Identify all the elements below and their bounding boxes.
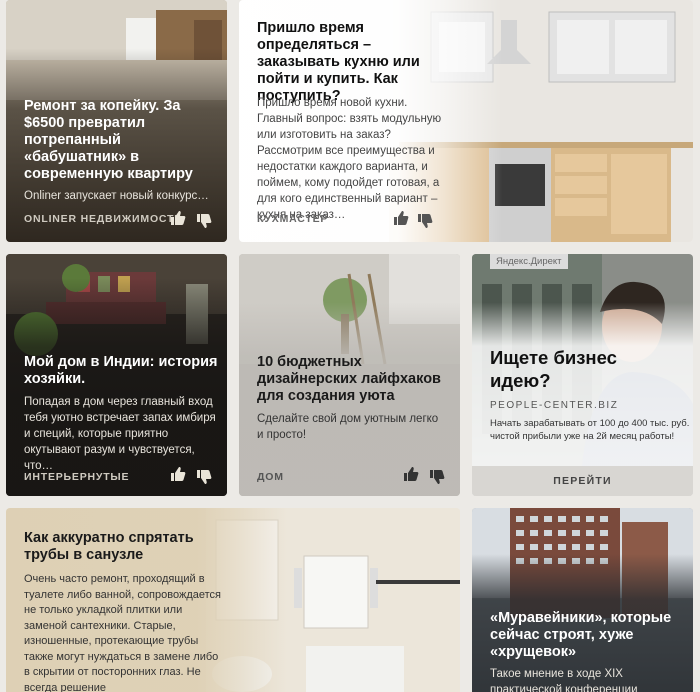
thumbs-down-icon[interactable] — [417, 213, 433, 229]
feed-card-anthills[interactable]: «Муравейники», которые сейчас строят, ху… — [472, 508, 693, 692]
thumbs-up-icon[interactable] — [393, 210, 409, 226]
ad-badge: Яндекс.Директ — [490, 254, 568, 269]
card-source[interactable]: ИНТЕРЬЕРНУТЫЕ — [24, 471, 129, 483]
card-title[interactable]: «Муравейники», которые сейчас строят, ху… — [490, 610, 680, 661]
feed-card-india-home[interactable]: Мой дом в Индии: история хозяйки. Попада… — [6, 254, 227, 496]
feedback-controls — [393, 210, 445, 228]
card-title[interactable]: 10 бюджетных дизайнерских лайфхаков для … — [257, 354, 442, 405]
ad-domain[interactable]: PEOPLE-CENTER.BIZ — [490, 400, 618, 411]
thumbs-down-icon[interactable] — [429, 469, 445, 485]
ad-card[interactable]: Яндекс.Директ Ищете бизнес идею? PEOPLE-… — [472, 254, 693, 496]
card-snippet: Такое мнение в ходе XIX практической кон… — [490, 668, 638, 692]
card-title[interactable]: Пришло время определяться – заказывать к… — [257, 20, 447, 105]
thumbs-up-icon[interactable] — [170, 210, 186, 226]
ad-title[interactable]: Ищете бизнес идею? — [490, 346, 640, 392]
card-snippet: Попадая в дом через главный вход тебя ую… — [24, 396, 216, 472]
card-snippet: Очень часто ремонт, проходящий в туалете… — [24, 573, 221, 692]
card-source[interactable]: КУХМАСТЕР — [257, 213, 328, 225]
ad-go-button[interactable]: ПЕРЕЙТИ — [472, 466, 693, 496]
card-title[interactable]: Мой дом в Индии: история хозяйки. — [24, 354, 219, 388]
thumbs-down-icon[interactable] — [196, 469, 212, 485]
card-title[interactable]: Ремонт за копейку. За $6500 превратил по… — [24, 98, 214, 183]
feed-card-bathroom[interactable]: Как аккуратно спрятать трубы в санузле О… — [6, 508, 460, 692]
feedback-controls — [170, 210, 222, 228]
card-snippet: Onliner запускает новый конкурс… — [24, 190, 209, 202]
thumbs-up-icon[interactable] — [170, 466, 186, 482]
card-source[interactable]: ДОМ — [257, 471, 284, 483]
feed-card-kitchen[interactable]: Пришло время определяться – заказывать к… — [239, 0, 693, 242]
feed-card-renovation[interactable]: Ремонт за копейку. За $6500 превратил по… — [6, 0, 227, 242]
card-snippet: Пришло время новой кухни. Главный вопрос… — [257, 97, 442, 221]
thumbs-up-icon[interactable] — [403, 466, 419, 482]
card-overlay — [472, 508, 693, 692]
card-snippet: Сделайте свой дом уютным легко и просто! — [257, 413, 439, 441]
feedback-controls — [170, 466, 222, 484]
ad-text: Начать зарабатывать от 100 до 400 тыс. р… — [490, 418, 690, 442]
card-title[interactable]: Как аккуратно спрятать трубы в санузле — [24, 530, 209, 564]
card-source[interactable]: ONLINER НЕДВИЖИМОСТЬ — [24, 213, 183, 225]
feedback-controls — [403, 466, 455, 484]
thumbs-down-icon[interactable] — [196, 213, 212, 229]
feed-card-lifehacks[interactable]: 10 бюджетных дизайнерских лайфхаков для … — [239, 254, 460, 496]
